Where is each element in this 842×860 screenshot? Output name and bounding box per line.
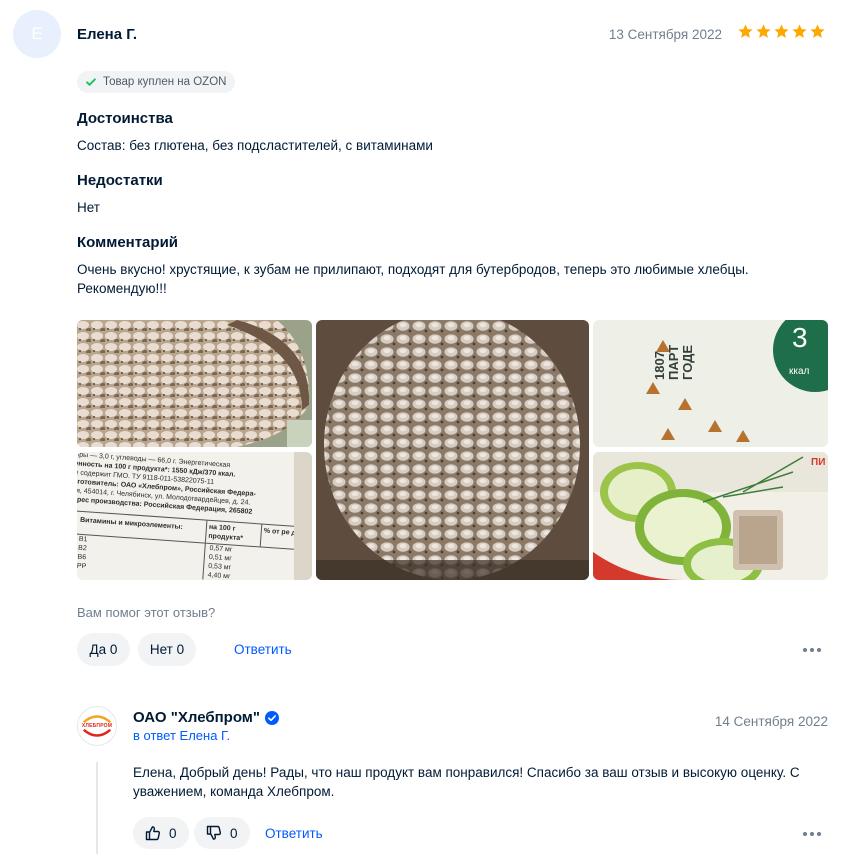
photo-image [77,320,312,447]
more-options-icon[interactable] [803,832,821,836]
check-icon [86,78,96,86]
seller-name-row: ОАО "Хлебпром" [133,709,280,726]
rating-stars [737,23,826,40]
package-line: 1807 [652,351,667,380]
more-options-icon[interactable] [803,648,821,652]
photo-image [316,320,589,580]
label-text: жиры — 3,0 г, углеводы — 66,0 г. Энергет… [77,452,312,580]
star-icon [810,24,825,38]
pros-text: Состав: без глютена, без подсластителей,… [77,138,433,153]
photo-image [593,452,828,580]
seller-reply-button[interactable]: Ответить [265,826,323,841]
review-author[interactable]: Елена Г. [77,26,137,43]
star-icon [738,24,753,38]
dislike-count: 0 [230,825,238,841]
star-icon [792,24,807,38]
package-line: ПАРТ [666,344,681,380]
label-edge [294,452,312,580]
thread-line [96,762,98,854]
yes-button[interactable]: Да 0 [77,633,130,666]
seller-name[interactable]: ОАО "Хлебпром" [133,709,260,726]
photo-crispbread-closeup[interactable] [77,320,312,447]
package-unit: ккал [789,366,810,377]
photo-gallery: жиры — 3,0 г, углеводы — 66,0 г. Энергет… [77,320,828,580]
photo-package-buckwheat[interactable]: 1807 ПАРТ ГОДЕ 3 ккал [593,320,828,447]
reply-button[interactable]: Ответить [234,642,292,657]
thumbs-up-icon [145,826,161,841]
package-number: 3 [792,322,808,353]
cons-text: Нет [77,200,100,215]
avatar-letter: Е [31,24,43,43]
seller-reply-text: Елена, Добрый день! Рады, что наш продук… [133,765,800,799]
comment-text: Очень вкусно! хрустящие, к зубам не прил… [77,262,749,296]
no-button[interactable]: Нет 0 [138,633,196,666]
label-th: на 100 г продукта* [204,520,262,547]
dislike-button[interactable]: 0 [194,817,250,849]
photo-nutrition-label[interactable]: жиры — 3,0 г, углеводы — 66,0 г. Энергет… [77,452,312,580]
comment-heading: Комментарий [77,234,179,251]
star-icon [756,24,771,38]
reply-to-link[interactable]: в ответ Елена Г. [133,728,230,743]
like-button[interactable]: 0 [133,817,189,849]
seller-reply-date: 14 Сентября 2022 [714,714,828,729]
review-date: 13 Сентября 2022 [608,27,722,42]
star-icon [774,24,789,38]
purchased-badge: Товар куплен на OZON [77,71,236,93]
package-text: 1807 ПАРТ ГОДЕ [652,344,695,380]
verified-icon [265,710,280,725]
avatar: Е [13,10,61,58]
helpful-question: Вам помог этот отзыв? [77,605,216,620]
badge-label: Товар куплен на OZON [103,76,227,88]
package-line: ГОДЕ [680,344,695,380]
pros-heading: Достоинства [77,110,173,127]
package-label: ПИ [811,457,826,468]
seller-logo-text: ХЛЕБПРОМ [81,723,113,729]
cons-heading: Недостатки [77,172,163,189]
like-count: 0 [169,825,177,841]
photo-package-cucumber[interactable]: ПИ [593,452,828,580]
thumbs-down-icon [206,825,222,840]
photo-crispbread-large[interactable] [316,320,589,580]
seller-logo: ХЛЕБПРОМ [77,706,117,746]
